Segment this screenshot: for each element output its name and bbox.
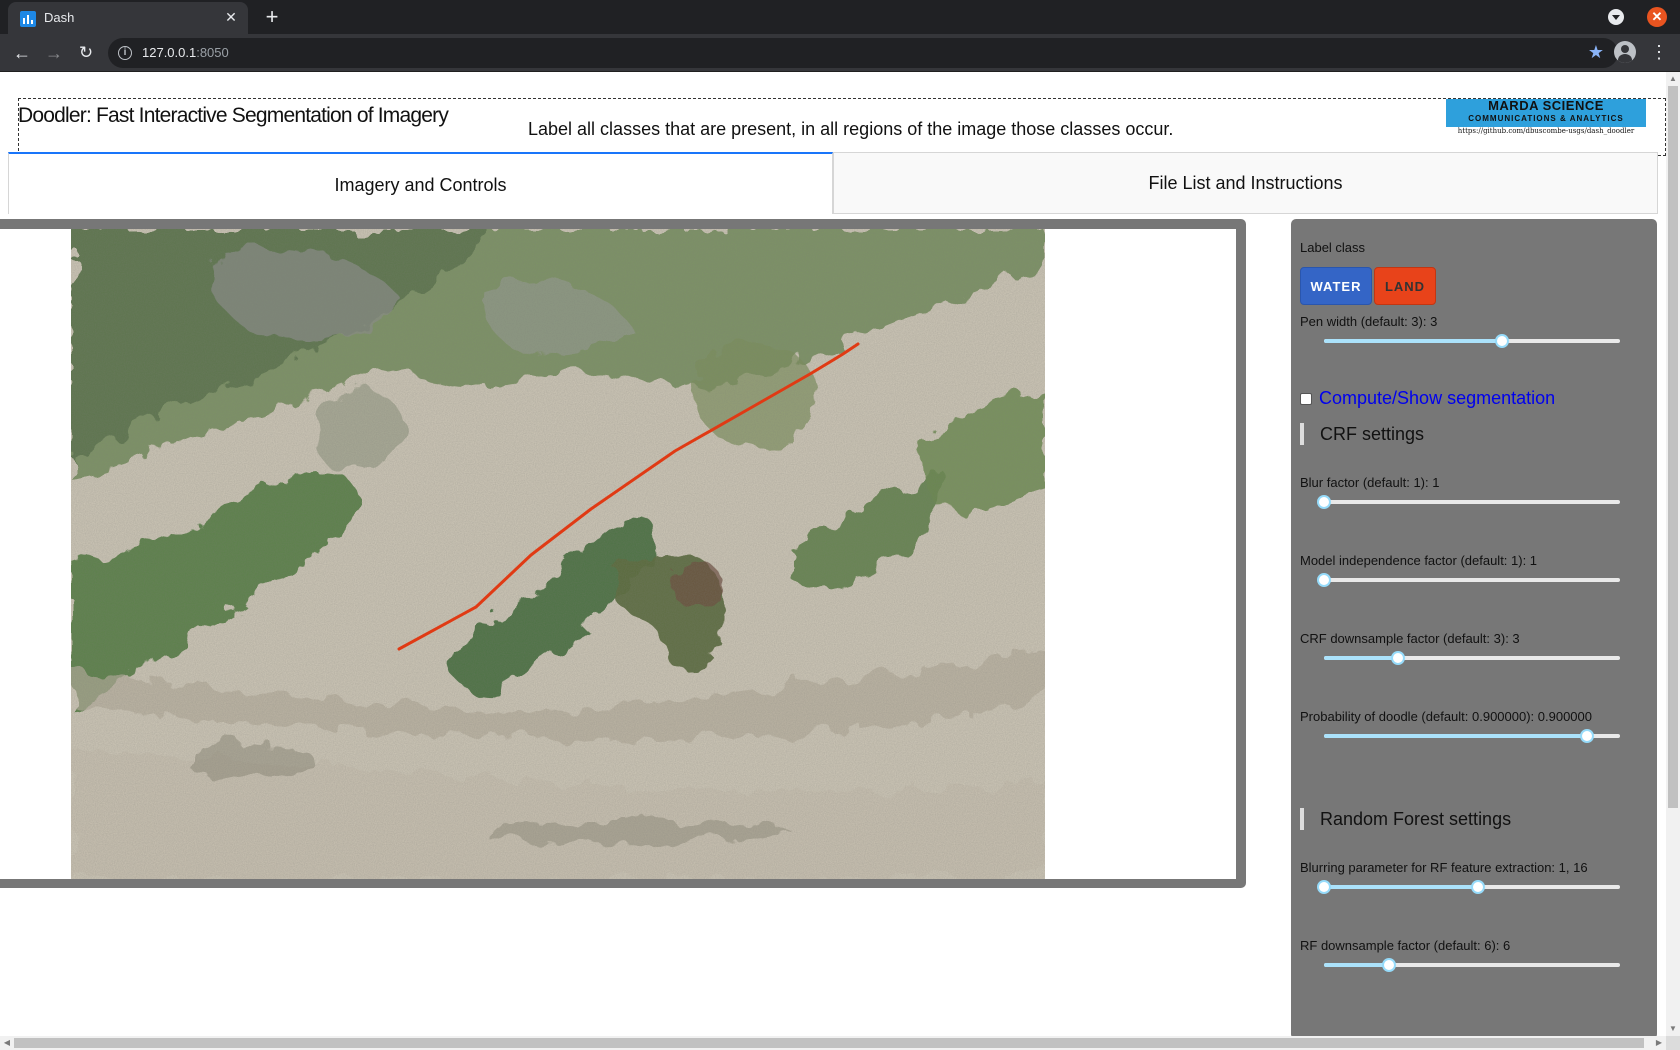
controls-panel: Label class WATER LAND Pen width (defaul…	[1291, 219, 1657, 1036]
compute-segmentation-checkbox[interactable]	[1300, 393, 1312, 405]
slider-track	[1324, 963, 1390, 967]
page-viewport: Doodler: Fast Interactive Segmentation o…	[0, 72, 1666, 1036]
browser-tab-strip: Dash ✕ + ✕	[0, 0, 1680, 34]
address-bar[interactable]: i 127.0.0.1:8050 ★	[108, 38, 1618, 68]
rf-downsample-label: RF downsample factor (default: 6): 6	[1300, 938, 1511, 953]
label-class-title: Label class	[1300, 240, 1366, 255]
slider-track	[1324, 885, 1478, 889]
rf-downsample-slider[interactable]	[1324, 957, 1620, 973]
slider-track	[1324, 339, 1502, 343]
url-text[interactable]: 127.0.0.1:8050	[142, 45, 229, 60]
forward-arrow-icon[interactable]: →	[40, 39, 68, 67]
slider-handle[interactable]	[1391, 651, 1405, 665]
vertical-scroll-thumb[interactable]	[1668, 86, 1678, 808]
tab-search-icon[interactable]	[1608, 9, 1624, 25]
profile-avatar-icon[interactable]	[1614, 41, 1636, 63]
slider-handle[interactable]	[1382, 958, 1397, 972]
compute-segmentation-label[interactable]: Compute/Show segmentation	[1319, 388, 1555, 409]
bookmark-star-icon[interactable]: ★	[1588, 42, 1604, 63]
slider-handle[interactable]	[1317, 880, 1331, 894]
horizontal-scrollbar[interactable]: ◀ ▶	[0, 1036, 1666, 1050]
back-arrow-icon[interactable]: ←	[8, 39, 36, 67]
crf-downsample-slider[interactable]	[1324, 650, 1620, 666]
horizontal-scroll-thumb[interactable]	[14, 1038, 1644, 1048]
blur-factor-slider[interactable]	[1317, 494, 1620, 510]
slider-handle[interactable]	[1470, 880, 1485, 894]
pen-width-slider[interactable]	[1324, 333, 1620, 349]
browser-tab-title: Dash	[44, 10, 75, 25]
rf-blur-label: Blurring parameter for RF feature extrac…	[1300, 860, 1588, 875]
page-title: Doodler: Fast Interactive Segmentation o…	[18, 104, 449, 127]
scroll-down-icon[interactable]: ▼	[1666, 1022, 1680, 1036]
page-tabs: Imagery and Controls File List and Instr…	[8, 152, 1658, 214]
model-independence-slider[interactable]	[1317, 572, 1620, 588]
logo-url: https://github.com/dbuscombe-usgs/dash_d…	[1457, 127, 1635, 135]
tab-imagery-and-controls[interactable]: Imagery and Controls	[8, 152, 833, 214]
doodle-probability-slider[interactable]	[1324, 728, 1620, 744]
reload-icon[interactable]: ↻	[72, 39, 100, 67]
section-marker	[1300, 808, 1304, 830]
pen-width-label: Pen width (default: 3): 3	[1300, 314, 1438, 329]
slider-rail[interactable]	[1324, 500, 1620, 504]
tab-file-list-and-instructions[interactable]: File List and Instructions	[833, 152, 1658, 214]
slider-handle[interactable]	[1494, 334, 1509, 348]
model-independence-label: Model independence factor (default: 1): …	[1300, 553, 1538, 568]
logo-tagline: COMMUNICATIONS & ANALYTICS	[1468, 114, 1624, 123]
tab-close-icon[interactable]: ✕	[222, 8, 240, 26]
scroll-left-icon[interactable]: ◀	[0, 1036, 14, 1050]
blur-factor-label: Blur factor (default: 1): 1	[1300, 475, 1440, 490]
crf-downsample-label: CRF downsample factor (default: 3): 3	[1300, 631, 1520, 646]
doodle-probability-label: Probability of doodle (default: 0.900000…	[1300, 709, 1592, 724]
browser-menu-icon[interactable]: ⋮	[1650, 40, 1668, 64]
browser-tab[interactable]: Dash ✕	[8, 2, 248, 34]
scrollbar-corner	[1666, 1036, 1680, 1050]
rf-blur-range-slider[interactable]	[1317, 879, 1620, 895]
water-class-button[interactable]: WATER	[1300, 267, 1372, 305]
browser-toolbar: ← → ↻ i 127.0.0.1:8050 ★ ⋮	[0, 34, 1680, 72]
section-marker	[1300, 423, 1304, 445]
scroll-up-icon[interactable]: ▲	[1666, 72, 1680, 86]
slider-track	[1324, 656, 1398, 660]
logo-name: MARDA SCIENCE	[1488, 98, 1604, 113]
site-info-icon[interactable]: i	[118, 46, 132, 60]
url-port: :8050	[196, 45, 229, 60]
image-graph	[0, 229, 1236, 879]
aerial-image-canvas[interactable]	[71, 229, 1045, 879]
slider-handle[interactable]	[1317, 573, 1331, 587]
land-class-button[interactable]: LAND	[1374, 267, 1436, 305]
section-title: CRF settings	[1320, 424, 1425, 444]
slider-rail[interactable]	[1324, 578, 1620, 582]
aerial-image[interactable]	[71, 229, 1045, 879]
dash-favicon-icon	[20, 11, 36, 27]
section-title: Random Forest settings	[1320, 809, 1512, 829]
slider-track	[1324, 734, 1588, 738]
window-close-button[interactable]: ✕	[1647, 7, 1667, 27]
url-host: 127.0.0.1	[142, 45, 197, 60]
scroll-right-icon[interactable]: ▶	[1652, 1036, 1666, 1050]
image-grain	[71, 229, 1045, 879]
slider-handle[interactable]	[1317, 495, 1331, 509]
tab-label: File List and Instructions	[1148, 173, 1343, 193]
tab-label: Imagery and Controls	[334, 175, 507, 195]
slider-handle[interactable]	[1580, 729, 1595, 743]
marda-logo[interactable]: MARDA SCIENCE COMMUNICATIONS & ANALYTICS	[1446, 98, 1646, 127]
instructions-text: Label all classes that are present, in a…	[528, 119, 1174, 139]
new-tab-button[interactable]: +	[258, 3, 286, 31]
vertical-scrollbar[interactable]: ▲ ▼	[1666, 72, 1680, 1036]
image-graph-frame	[0, 219, 1246, 888]
